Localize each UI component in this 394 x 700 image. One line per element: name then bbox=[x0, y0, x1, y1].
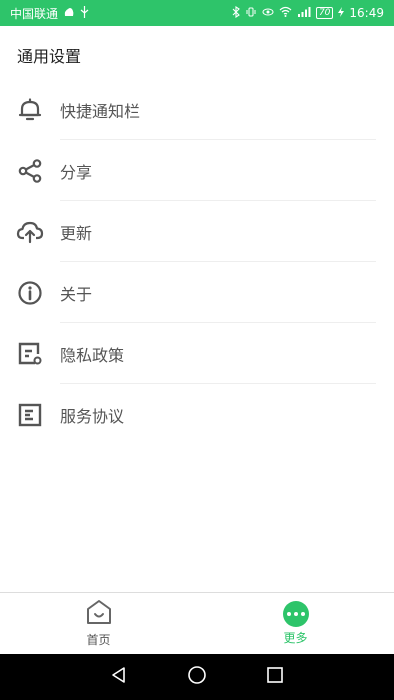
usb-icon bbox=[80, 5, 89, 21]
home-circle-icon[interactable] bbox=[187, 665, 207, 689]
menu-item-privacy-policy[interactable]: 隐私政策 bbox=[0, 323, 394, 384]
charging-icon bbox=[338, 6, 345, 20]
bell-icon bbox=[16, 96, 44, 124]
vibrate-icon bbox=[245, 6, 257, 21]
signal-icon bbox=[297, 6, 311, 20]
share-icon bbox=[16, 157, 44, 185]
bottom-nav: 首页 更多 bbox=[0, 592, 394, 654]
clock-time: 16:49 bbox=[349, 6, 384, 20]
menu-item-label: 更新 bbox=[60, 223, 93, 243]
battery-level: 70 bbox=[315, 7, 334, 19]
menu-item-quick-notification[interactable]: 快捷通知栏 bbox=[0, 79, 394, 140]
privacy-doc-icon bbox=[16, 340, 44, 368]
menu-item-label: 关于 bbox=[60, 284, 93, 304]
system-nav-bar bbox=[0, 654, 394, 700]
nav-more-label: 更多 bbox=[283, 631, 308, 645]
nav-more[interactable]: 更多 bbox=[197, 593, 394, 654]
section-title: 通用设置 bbox=[17, 47, 82, 66]
menu-item-share[interactable]: 分享 bbox=[0, 140, 394, 201]
bluetooth-icon bbox=[232, 5, 240, 21]
back-icon[interactable] bbox=[110, 666, 128, 688]
recents-icon[interactable] bbox=[266, 666, 284, 688]
settings-menu: 快捷通知栏 分享 更新 关于 隐私政策 服务协议 bbox=[0, 79, 394, 445]
menu-item-update[interactable]: 更新 bbox=[0, 201, 394, 262]
menu-item-label: 快捷通知栏 bbox=[60, 101, 141, 121]
menu-item-service-agreement[interactable]: 服务协议 bbox=[0, 384, 394, 445]
more-icon bbox=[282, 601, 309, 627]
carrier-label: 中国联通 bbox=[10, 6, 59, 21]
nav-home-label: 首页 bbox=[86, 633, 111, 647]
cloud-upload-icon bbox=[16, 218, 44, 246]
home-icon bbox=[85, 599, 113, 629]
menu-item-about[interactable]: 关于 bbox=[0, 262, 394, 323]
notification-icon bbox=[63, 6, 75, 21]
eye-icon bbox=[262, 6, 274, 21]
info-icon bbox=[16, 279, 44, 307]
menu-item-label: 隐私政策 bbox=[60, 345, 125, 365]
agreement-doc-icon bbox=[16, 401, 44, 429]
menu-item-label: 服务协议 bbox=[60, 406, 125, 426]
status-bar: 中国联通 70 16:49 bbox=[0, 0, 394, 26]
menu-item-label: 分享 bbox=[60, 162, 93, 182]
wifi-icon bbox=[279, 6, 292, 20]
nav-home[interactable]: 首页 bbox=[0, 593, 197, 654]
